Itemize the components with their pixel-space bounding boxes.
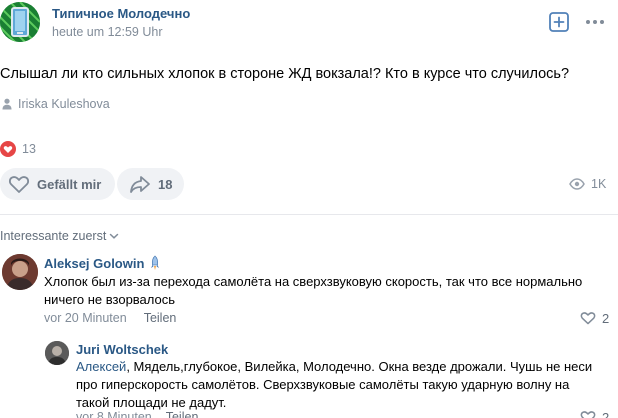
add-square-icon (549, 12, 569, 32)
add-button[interactable] (548, 11, 570, 33)
heart-outline-icon (580, 312, 596, 325)
divider (0, 214, 618, 215)
views-counter: 1K (569, 175, 606, 193)
comment-author-name[interactable]: Aleksej Golowin (44, 256, 144, 271)
reply-like-button[interactable]: 2 (580, 408, 609, 418)
heart-outline-icon (8, 176, 30, 193)
share-link[interactable]: Teilen (144, 311, 177, 325)
eye-icon (569, 178, 585, 190)
share-count: 18 (158, 176, 173, 192)
comment-avatar[interactable] (2, 254, 38, 290)
more-icon (586, 20, 604, 24)
reply-share-link[interactable]: Teilen (166, 410, 199, 418)
sort-label: Interessante zuerst (0, 229, 107, 243)
like-label: Gefällt mir (37, 176, 102, 192)
reply-avatar[interactable] (45, 341, 69, 365)
post-author[interactable]: Iriska Kuleshova (2, 96, 110, 112)
views-count: 1K (591, 177, 607, 191)
reply-text: Алексей, Мядель,глубокое, Вилейка, Молод… (76, 358, 606, 412)
reactions-count: 13 (22, 142, 36, 156)
share-icon (130, 176, 150, 193)
heart-outline-icon (580, 411, 596, 418)
comment-meta: vor 20 Minuten Teilen (44, 311, 176, 325)
avatar-photo (2, 254, 38, 290)
share-button[interactable]: 18 (117, 168, 185, 200)
reply-like-count: 2 (602, 409, 610, 418)
post-time[interactable]: heute um 12:59 Uhr (52, 25, 163, 39)
comment-like-count: 2 (602, 310, 610, 326)
post-text: Слышал ли кто сильных хлопок в стороне Ж… (0, 66, 570, 82)
reply-text-body: , Мядель,глубокое, Вилейка, Молодечно. О… (76, 359, 593, 410)
mention-link[interactable]: Алексей (76, 359, 126, 374)
group-name[interactable]: Типичное Молодечно (52, 6, 190, 21)
comment-text: Хлопок был из-за перехода самолёта на св… (44, 274, 583, 307)
group-avatar[interactable] (0, 2, 40, 42)
comments-sort-dropdown[interactable]: Interessante zuerst (0, 227, 119, 245)
heart-reaction-icon (0, 141, 16, 157)
more-button[interactable] (584, 11, 606, 33)
user-icon (2, 98, 12, 110)
reactions-summary[interactable]: 13 (0, 140, 36, 158)
app-icon (0, 2, 40, 42)
chevron-down-icon (110, 233, 119, 239)
like-button[interactable]: Gefällt mir (0, 168, 116, 200)
rocket-badge-icon[interactable] (149, 255, 161, 271)
comment-like-button[interactable]: 2 (580, 309, 609, 327)
avatar-photo (45, 341, 69, 365)
comment-header: Aleksej Golowin (44, 255, 161, 271)
reply-time[interactable]: vor 8 Minuten (76, 410, 152, 418)
reply-meta: vor 8 Minuten Teilen (76, 410, 198, 418)
comment-time[interactable]: vor 20 Minuten (44, 311, 127, 325)
author-name[interactable]: Iriska Kuleshova (18, 97, 110, 111)
reply-author-name[interactable]: Juri Woltschek (76, 342, 168, 357)
